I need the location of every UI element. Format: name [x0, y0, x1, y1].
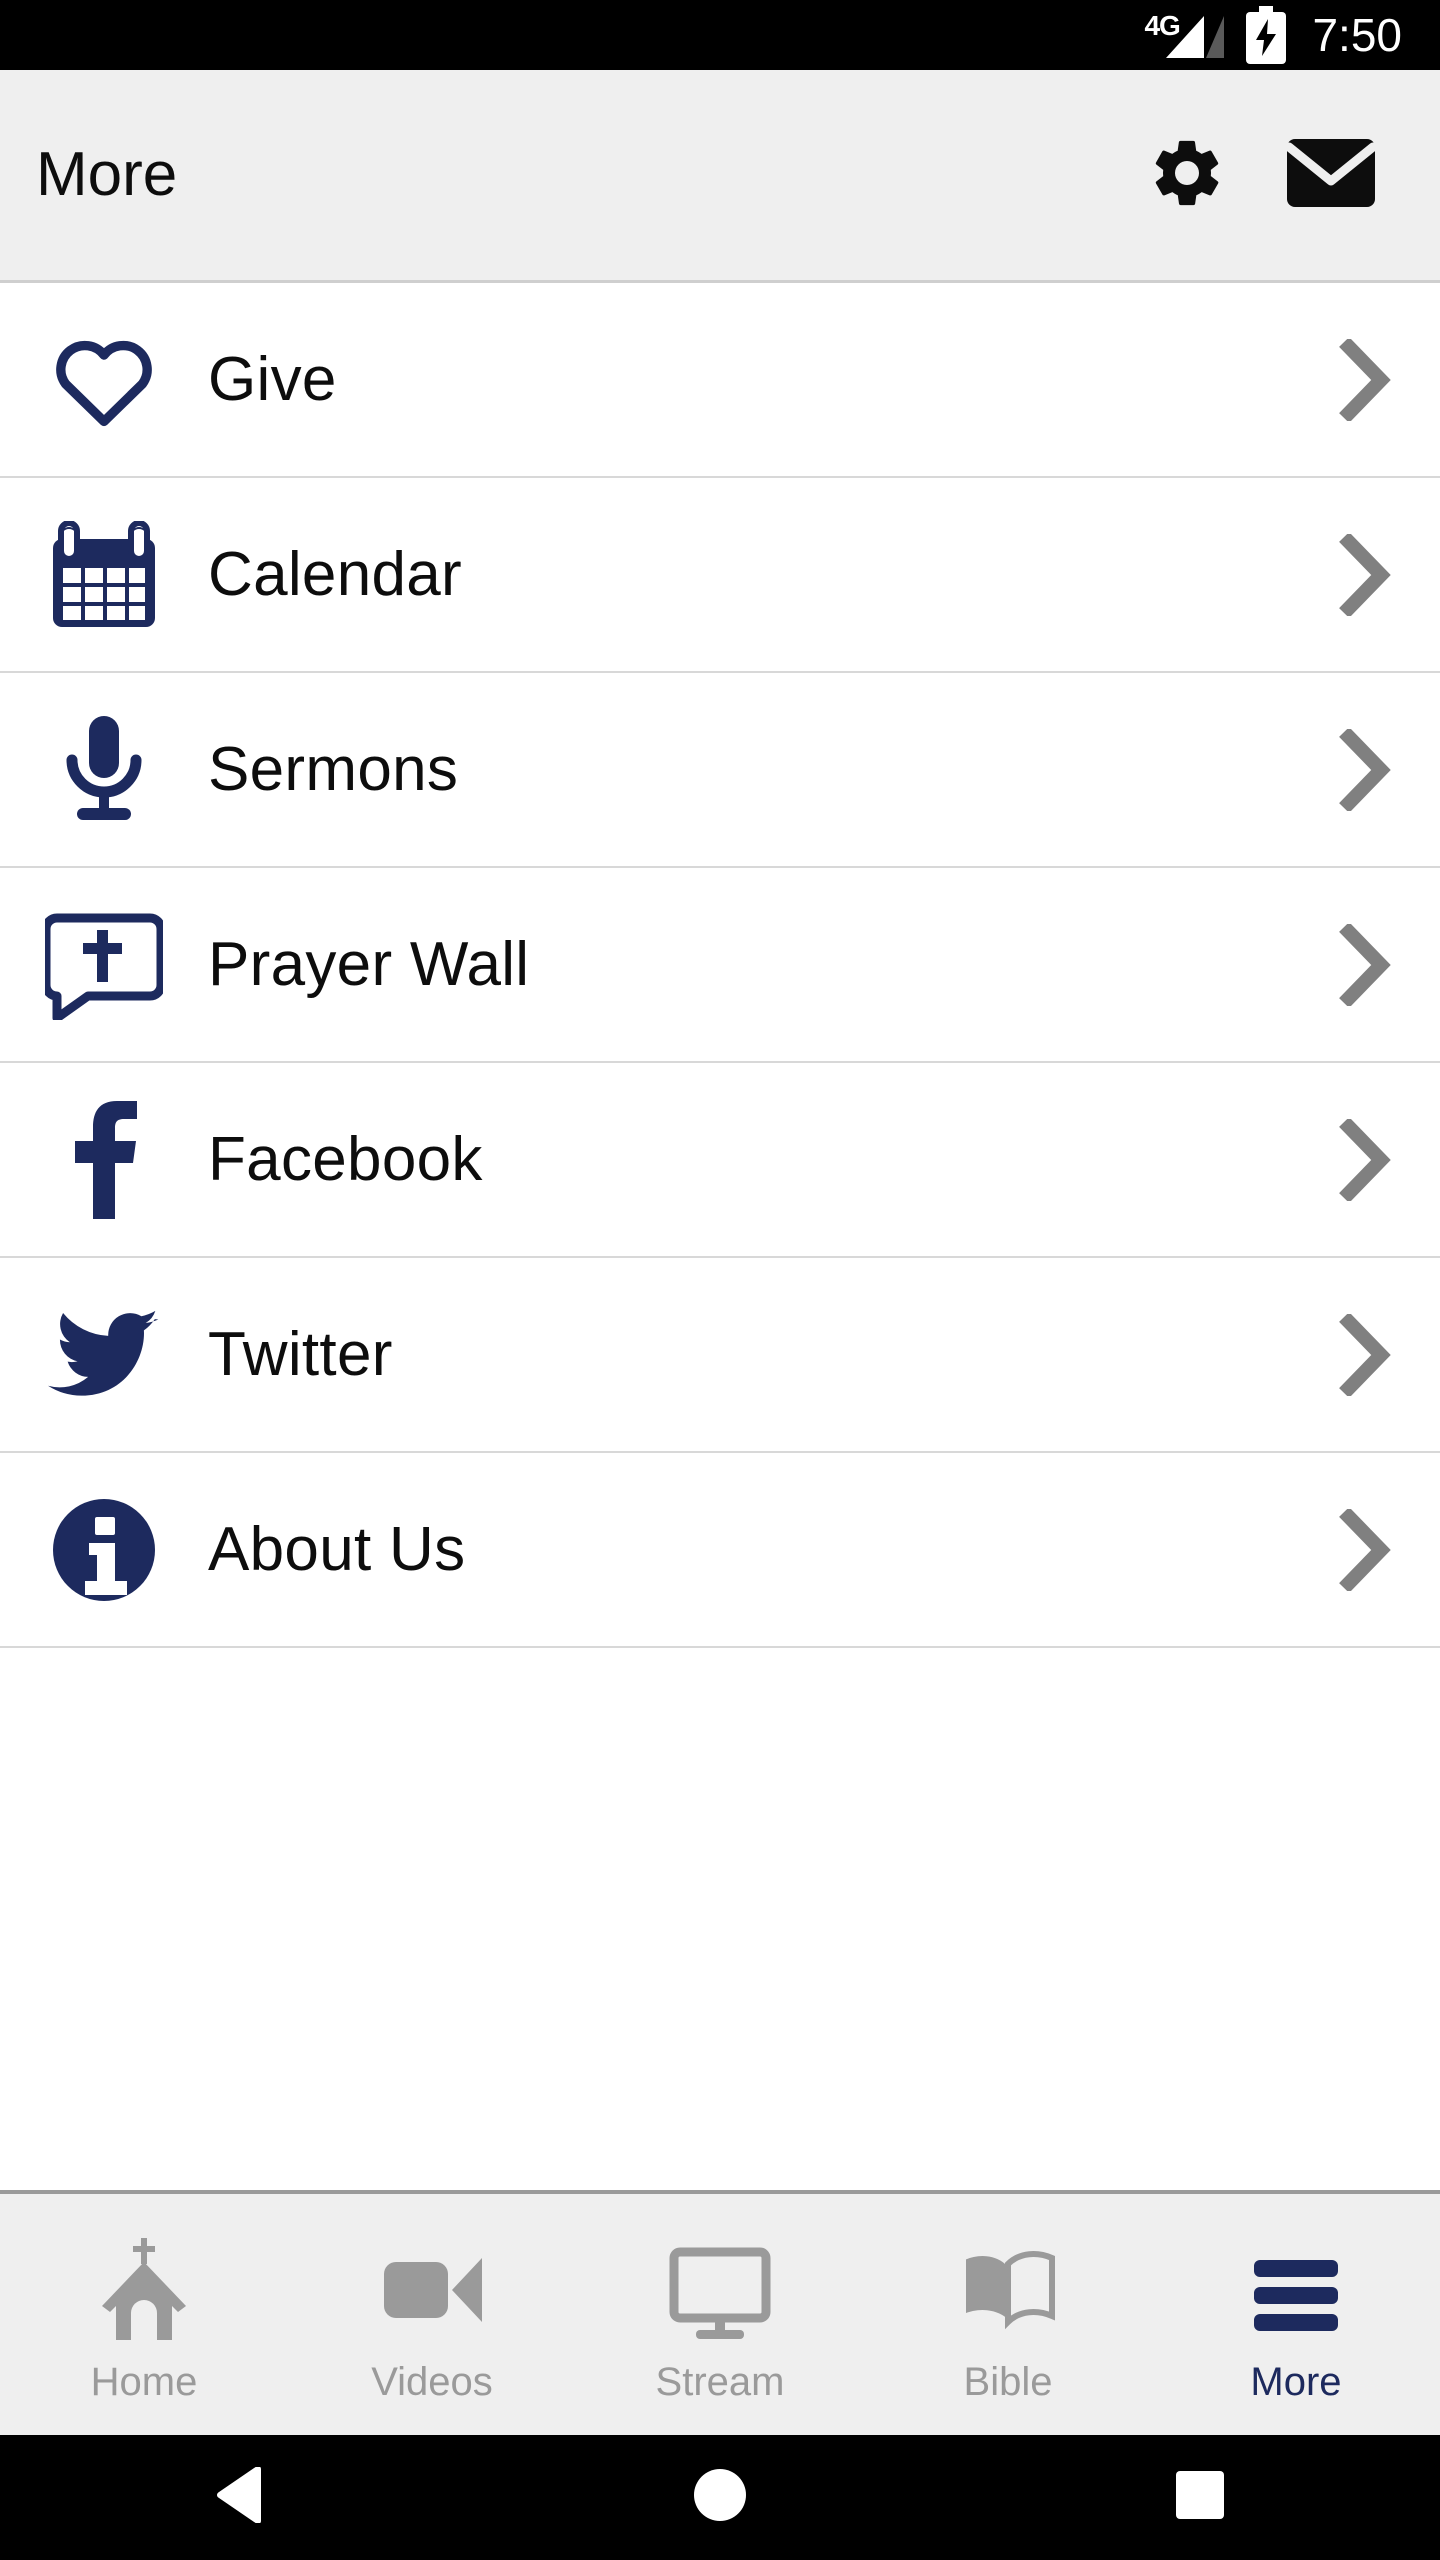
- header-actions: [1144, 132, 1378, 218]
- list-item[interactable]: Sermons: [0, 673, 1440, 868]
- status-time: 7:50: [1312, 9, 1402, 61]
- chevron-right-icon[interactable]: [1290, 672, 1440, 867]
- video-camera-icon: [376, 2234, 488, 2346]
- tab-bible[interactable]: Bible: [864, 2194, 1152, 2435]
- list-item[interactable]: Give: [0, 283, 1440, 478]
- chevron-right-icon[interactable]: [1290, 1062, 1440, 1257]
- tab-home[interactable]: Home: [0, 2194, 288, 2435]
- list-item-label: Prayer Wall: [208, 929, 530, 999]
- app-header: More: [0, 70, 1440, 283]
- android-nav-bar: [0, 2435, 1440, 2560]
- tab-label: Stream: [655, 2359, 785, 2404]
- gear-icon: [1147, 133, 1227, 218]
- twitter-bird-icon: [0, 1257, 208, 1452]
- chevron-right-icon[interactable]: [1290, 282, 1440, 477]
- chevron-right-icon[interactable]: [1290, 867, 1440, 1062]
- battery-charging-icon: [1244, 6, 1288, 64]
- envelope-icon: [1284, 138, 1378, 212]
- list-item-label: Sermons: [208, 734, 459, 804]
- list-item-label: About Us: [208, 1514, 466, 1584]
- hamburger-icon: [1240, 2234, 1352, 2346]
- microphone-icon: [0, 672, 208, 867]
- heart-outline-icon: [0, 282, 208, 477]
- app-screen: 4G 7:50 More Give Calendar Sermons Praye…: [0, 0, 1440, 2560]
- settings-button[interactable]: [1144, 132, 1230, 218]
- list-item-label: Give: [208, 344, 337, 414]
- list-item[interactable]: Facebook: [0, 1063, 1440, 1258]
- home-button[interactable]: [480, 2467, 960, 2528]
- tab-label: More: [1250, 2359, 1342, 2404]
- tab-more[interactable]: More: [1152, 2194, 1440, 2435]
- chevron-right-icon[interactable]: [1290, 1452, 1440, 1647]
- bottom-tab-bar: Home Videos Stream Bible More: [0, 2190, 1440, 2435]
- monitor-icon: [664, 2234, 776, 2346]
- open-book-icon: [952, 2234, 1064, 2346]
- mail-button[interactable]: [1284, 132, 1378, 218]
- tab-label: Home: [90, 2359, 198, 2404]
- calendar-icon: [0, 477, 208, 672]
- recents-square-icon: [1174, 2469, 1226, 2526]
- list-item[interactable]: Calendar: [0, 478, 1440, 673]
- list-item[interactable]: About Us: [0, 1453, 1440, 1648]
- list-item[interactable]: Prayer Wall: [0, 868, 1440, 1063]
- tab-videos[interactable]: Videos: [288, 2194, 576, 2435]
- tab-label: Videos: [371, 2359, 493, 2404]
- list-item-label: Calendar: [208, 539, 463, 609]
- signal-bars-icon: 4G: [1144, 10, 1226, 60]
- tab-stream[interactable]: Stream: [576, 2194, 864, 2435]
- tab-label: Bible: [963, 2359, 1053, 2404]
- speech-bubble-cross-icon: [0, 867, 208, 1062]
- network-type-label: 4G: [1144, 10, 1180, 41]
- chevron-right-icon[interactable]: [1290, 477, 1440, 672]
- list-item-label: Facebook: [208, 1124, 483, 1194]
- facebook-icon: [0, 1062, 208, 1257]
- list-item-label: Twitter: [208, 1319, 393, 1389]
- recents-button[interactable]: [960, 2469, 1440, 2526]
- status-bar: 4G 7:50: [0, 0, 1440, 70]
- page-title: More: [36, 140, 178, 209]
- back-button[interactable]: [0, 2466, 480, 2528]
- church-icon: [88, 2234, 200, 2346]
- back-triangle-icon: [214, 2466, 266, 2528]
- more-menu-list: Give Calendar Sermons Prayer Wall Facebo…: [0, 283, 1440, 1648]
- chevron-right-icon[interactable]: [1290, 1257, 1440, 1452]
- list-item[interactable]: Twitter: [0, 1258, 1440, 1453]
- info-circle-icon: [0, 1452, 208, 1647]
- home-circle-icon: [692, 2467, 748, 2528]
